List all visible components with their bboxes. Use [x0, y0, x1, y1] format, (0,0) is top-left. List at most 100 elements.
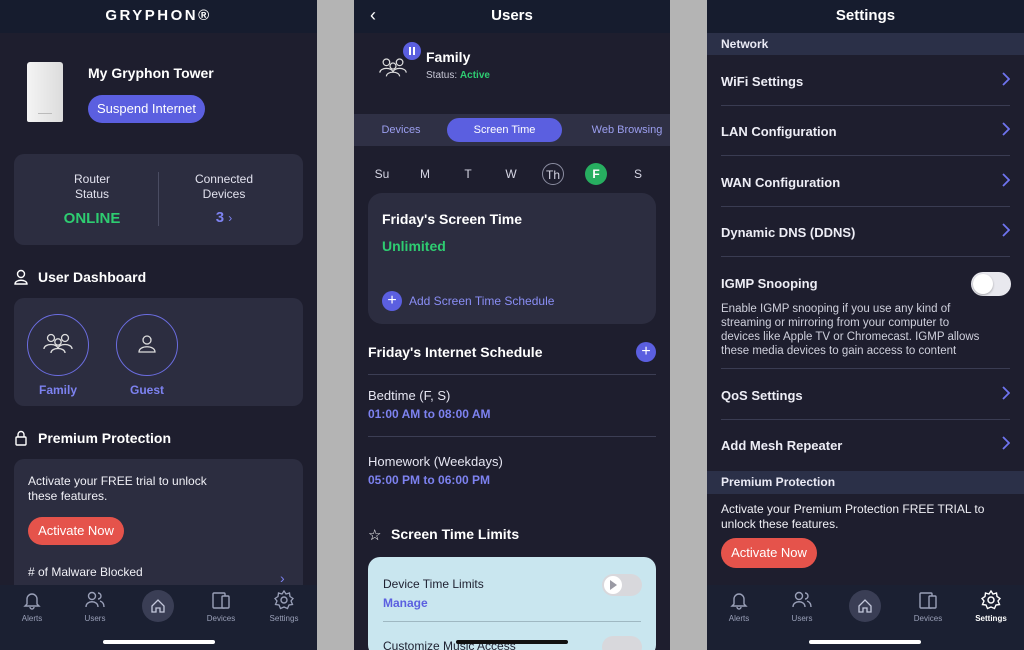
group-icon — [377, 56, 409, 78]
chevron-right-icon — [1002, 386, 1010, 400]
row-label: LAN Configuration — [721, 124, 837, 139]
day-sunday[interactable]: Su — [371, 163, 393, 185]
row-label: Dynamic DNS (DDNS) — [721, 225, 856, 240]
devices-icon — [919, 592, 937, 609]
person-icon — [14, 269, 28, 285]
schedule-name[interactable]: Homework (Weekdays) — [368, 454, 503, 469]
premium-description-line: Activate your FREE trial to unlock — [28, 474, 207, 488]
bell-icon — [23, 593, 41, 610]
tab-settings[interactable]: Settings — [966, 590, 1016, 623]
tab-users[interactable]: Users — [777, 590, 827, 623]
day-tuesday[interactable]: T — [457, 163, 479, 185]
music-toggle[interactable] — [602, 636, 642, 650]
tab-home[interactable] — [142, 590, 174, 622]
profile-name: Family — [426, 49, 471, 65]
add-schedule-plus-icon[interactable]: + — [636, 342, 656, 362]
segment-screen-time[interactable]: Screen Time — [447, 118, 562, 142]
tab-devices[interactable]: Devices — [196, 590, 246, 623]
device-name: My Gryphon Tower — [88, 65, 214, 81]
guest-user-label: Guest — [129, 383, 164, 397]
activate-now-button[interactable]: Activate Now — [28, 517, 124, 545]
tab-home[interactable] — [849, 590, 881, 622]
tab-label: Settings — [975, 614, 1007, 623]
tab-label: Alerts — [728, 614, 750, 623]
igmp-description-line: streaming or mirroring from your compute… — [721, 317, 950, 329]
bell-icon — [730, 593, 748, 610]
family-user-button[interactable] — [27, 314, 89, 376]
igmp-snooping-row: IGMP Snooping Enable IGMP snooping if yo… — [721, 258, 1011, 369]
tab-alerts[interactable]: Alerts — [7, 590, 57, 623]
day-friday[interactable]: F — [585, 163, 607, 185]
premium-section-header: Premium Protection — [707, 471, 1024, 494]
segment-web-browsing[interactable]: Web Browsing — [584, 118, 670, 142]
manage-link[interactable]: Manage — [383, 596, 428, 610]
row-label: WiFi Settings — [721, 74, 804, 89]
home-indicator — [456, 640, 568, 644]
users-icon — [85, 591, 105, 608]
qos-settings-row[interactable]: QoS Settings — [721, 370, 1010, 420]
router-status-label-line: Router — [73, 172, 111, 186]
divider — [368, 374, 656, 375]
igmp-description: Enable IGMP snooping if you use any kind… — [721, 302, 979, 358]
screen-time-value: Unlimited — [382, 238, 446, 254]
add-mesh-repeater-row[interactable]: Add Mesh Repeater — [721, 420, 1010, 470]
premium-description-line: Activate your Premium Protection FREE TR… — [721, 502, 985, 516]
tab-alerts[interactable]: Alerts — [714, 590, 764, 623]
divider — [383, 621, 641, 622]
device-time-limits-label: Device Time Limits — [383, 577, 484, 591]
router-led — [38, 113, 52, 114]
activate-now-button[interactable]: Activate Now — [721, 538, 817, 568]
person-icon — [138, 335, 156, 353]
family-user-label: Family — [38, 383, 77, 397]
device-limits-toggle[interactable] — [602, 574, 642, 596]
day-saturday[interactable]: S — [627, 163, 649, 185]
gutter-right — [670, 0, 707, 650]
screen-time-title: Friday's Screen Time — [382, 211, 523, 227]
tab-label: Users — [791, 614, 813, 623]
day-wednesday[interactable]: W — [500, 163, 522, 185]
tab-label: Devices — [206, 614, 236, 623]
suspend-internet-button[interactable]: Suspend Internet — [88, 95, 205, 123]
tab-users[interactable]: Users — [70, 590, 120, 623]
divider — [368, 436, 656, 437]
row-label: Add Mesh Repeater — [721, 438, 843, 453]
premium-description-line: unlock these features. — [721, 517, 839, 531]
chevron-right-icon[interactable]: › — [280, 570, 285, 586]
guest-user-button[interactable] — [116, 314, 178, 376]
home-indicator — [103, 640, 215, 644]
day-thursday[interactable]: Th — [542, 163, 564, 185]
plus-icon[interactable]: + — [382, 291, 402, 311]
play-icon — [610, 580, 617, 590]
premium-description: Activate your Premium Protection FREE TR… — [721, 502, 984, 532]
star-icon: ☆ — [368, 527, 382, 544]
schedule-time: 01:00 AM to 08:00 AM — [368, 407, 491, 421]
tab-devices[interactable]: Devices — [903, 590, 953, 623]
wifi-settings-row[interactable]: WiFi Settings — [721, 56, 1010, 106]
pause-icon — [409, 47, 415, 55]
row-label: WAN Configuration — [721, 175, 841, 190]
schedule-time: 05:00 PM to 06:00 PM — [368, 473, 491, 487]
page-title: Settings — [835, 7, 896, 24]
segment-devices[interactable]: Devices — [367, 118, 435, 142]
add-screen-time-schedule-link[interactable]: Add Screen Time Schedule — [409, 294, 554, 308]
igmp-toggle[interactable] — [971, 272, 1011, 296]
devices-icon — [212, 592, 230, 609]
toggle-knob — [973, 274, 993, 294]
tab-label: Settings — [269, 614, 299, 623]
tab-settings[interactable]: Settings — [259, 590, 309, 623]
tab-label: Users — [84, 614, 106, 623]
schedule-name[interactable]: Bedtime (F, S) — [368, 388, 450, 403]
pause-button[interactable] — [403, 42, 421, 60]
dynamic-dns-row[interactable]: Dynamic DNS (DDNS) — [721, 207, 1010, 257]
tab-label: Devices — [913, 614, 943, 623]
day-monday[interactable]: M — [414, 163, 436, 185]
lan-configuration-row[interactable]: LAN Configuration — [721, 106, 1010, 156]
wan-configuration-row[interactable]: WAN Configuration — [721, 157, 1010, 207]
chevron-right-icon — [1002, 223, 1010, 237]
chevron-right-icon — [1002, 173, 1010, 187]
connected-devices-link[interactable]: 3 › — [172, 209, 276, 226]
user-dashboard-title: User Dashboard — [38, 269, 147, 285]
router-status-label-line: Status — [74, 187, 110, 201]
gear-icon — [981, 590, 1001, 610]
row-label: QoS Settings — [721, 388, 803, 403]
